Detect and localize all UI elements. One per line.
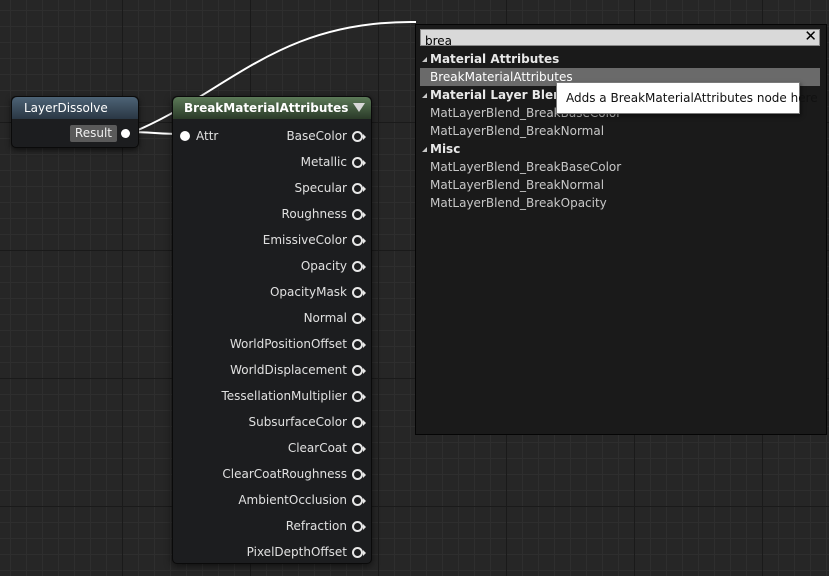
break-node-header: BreakMaterialAttributes — [173, 97, 371, 119]
action-tooltip: Adds a BreakMaterialAttributes node here — [556, 82, 818, 114]
category-label: Material Attributes — [430, 52, 560, 66]
output-pin-icon[interactable] — [352, 156, 366, 168]
action-item[interactable]: MatLayerBlend_BreakBaseColor — [420, 158, 820, 176]
expand-arrow-icon[interactable] — [422, 92, 427, 98]
output-pin-icon[interactable] — [352, 130, 366, 142]
output-pin-icon[interactable] — [352, 260, 366, 272]
output-label: TessellationMultiplier — [221, 389, 347, 403]
output-pin-roughness[interactable]: Roughness — [221, 201, 366, 227]
attr-input-label: Attr — [196, 129, 219, 143]
output-pin-icon[interactable] — [352, 520, 366, 532]
category-label: Misc — [430, 142, 461, 156]
output-label: AmbientOcclusion — [238, 493, 347, 507]
output-pin-ambientocclusion[interactable]: AmbientOcclusion — [221, 487, 366, 513]
attr-pin-icon[interactable] — [180, 131, 190, 141]
collapse-arrow-icon[interactable] — [353, 103, 365, 112]
search-input[interactable] — [421, 34, 795, 49]
output-pin-worldpositionoffset[interactable]: WorldPositionOffset — [221, 331, 366, 357]
output-pin-icon[interactable] — [352, 208, 366, 220]
output-label: ClearCoatRoughness — [222, 467, 347, 481]
expand-arrow-icon[interactable] — [422, 56, 427, 62]
break-node-outputs: BaseColor Metallic Specular Roughness Em… — [221, 123, 366, 565]
output-pin-icon[interactable] — [352, 494, 366, 506]
output-pin-icon[interactable] — [352, 364, 366, 376]
output-pin-opacity[interactable]: Opacity — [221, 253, 366, 279]
output-pin-icon[interactable] — [352, 390, 366, 402]
output-label: Roughness — [281, 207, 347, 221]
output-pin-icon[interactable] — [352, 468, 366, 480]
expand-arrow-icon[interactable] — [422, 146, 427, 152]
output-pin-worlddisplacement[interactable]: WorldDisplacement — [221, 357, 366, 383]
search-box[interactable]: ✕ — [420, 28, 820, 49]
action-item[interactable]: MatLayerBlend_BreakNormal — [420, 122, 820, 140]
output-label: PixelDepthOffset — [246, 545, 347, 559]
result-output-pin[interactable]: Result — [69, 125, 130, 142]
output-pin-specular[interactable]: Specular — [221, 175, 366, 201]
output-pin-basecolor[interactable]: BaseColor — [221, 123, 366, 149]
clear-search-icon[interactable]: ✕ — [804, 28, 817, 45]
output-pin-icon[interactable] — [352, 546, 366, 558]
output-pin-tessellationmultiplier[interactable]: TessellationMultiplier — [221, 383, 366, 409]
action-list: Material Attributes BreakMaterialAttribu… — [420, 50, 820, 212]
output-pin-icon[interactable] — [352, 442, 366, 454]
output-pin-clearcoatroughness[interactable]: ClearCoatRoughness — [221, 461, 366, 487]
layer-dissolve-node[interactable]: LayerDissolve Result — [11, 96, 139, 148]
output-label: OpacityMask — [269, 285, 347, 299]
output-label: WorldDisplacement — [230, 363, 347, 377]
output-pin-icon[interactable] — [352, 338, 366, 350]
layer-dissolve-title: LayerDissolve — [12, 97, 138, 119]
output-label: Refraction — [285, 519, 347, 533]
break-material-attributes-node[interactable]: BreakMaterialAttributes Attr BaseColor M… — [172, 96, 372, 564]
output-label: EmissiveColor — [262, 233, 347, 247]
action-item[interactable]: MatLayerBlend_BreakNormal — [420, 176, 820, 194]
output-pin-icon[interactable] — [352, 312, 366, 324]
output-label: Specular — [294, 181, 347, 195]
category-material-attributes[interactable]: Material Attributes — [420, 50, 820, 68]
output-label: Opacity — [300, 259, 347, 273]
action-item[interactable]: MatLayerBlend_BreakOpacity — [420, 194, 820, 212]
output-label: BaseColor — [286, 129, 347, 143]
category-misc[interactable]: Misc — [420, 140, 820, 158]
output-label: Normal — [303, 311, 347, 325]
output-label: WorldPositionOffset — [229, 337, 347, 351]
result-output-label: Result — [69, 125, 117, 142]
break-node-title: BreakMaterialAttributes — [184, 101, 349, 115]
output-pin-opacitymask[interactable]: OpacityMask — [221, 279, 366, 305]
output-label: Metallic — [300, 155, 347, 169]
output-label: SubsurfaceColor — [248, 415, 347, 429]
output-pin-emissivecolor[interactable]: EmissiveColor — [221, 227, 366, 253]
output-pin-subsurfacecolor[interactable]: SubsurfaceColor — [221, 409, 366, 435]
output-pin-clearcoat[interactable]: ClearCoat — [221, 435, 366, 461]
output-pin-icon[interactable] — [352, 182, 366, 194]
output-pin-metallic[interactable]: Metallic — [221, 149, 366, 175]
output-pin-refraction[interactable]: Refraction — [221, 513, 366, 539]
output-pin-normal[interactable]: Normal — [221, 305, 366, 331]
category-label: Material Layer Blend — [430, 88, 571, 102]
output-pin-icon[interactable] — [352, 286, 366, 298]
attr-input-pin[interactable]: Attr — [180, 128, 218, 144]
output-label: ClearCoat — [287, 441, 347, 455]
output-pin-pixeldepthoffset[interactable]: PixelDepthOffset — [221, 539, 366, 565]
output-pin-icon[interactable] — [352, 416, 366, 428]
result-pin-icon[interactable] — [121, 129, 130, 138]
output-pin-icon[interactable] — [352, 234, 366, 246]
